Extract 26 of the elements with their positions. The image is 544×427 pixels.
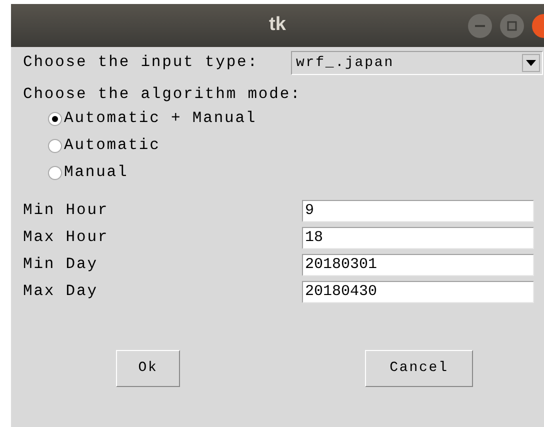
dialog-button[interactable]: Cancel [365, 350, 473, 387]
radio-label: Automatic + Manual [64, 108, 257, 129]
input-field[interactable]: 20180301 [302, 254, 534, 276]
minimize-icon [475, 25, 485, 27]
input-field[interactable]: 20180430 [302, 281, 534, 303]
field-label: Max Day [23, 281, 99, 302]
field-label: Min Hour [23, 200, 110, 222]
radio-label: Manual [64, 162, 128, 183]
maximize-button[interactable] [500, 14, 524, 38]
dropdown-value: wrf_.japan [295, 54, 396, 72]
radio-button[interactable] [48, 138, 62, 152]
algorithm-mode-label: Choose the algorithm mode: [23, 84, 302, 105]
dialog-button[interactable]: Ok [116, 350, 180, 387]
close-button[interactable] [532, 14, 544, 38]
minimize-button[interactable] [468, 14, 492, 38]
maximize-icon [507, 21, 517, 31]
input-field[interactable]: 9 [302, 200, 534, 222]
field-label: Min Day [23, 254, 99, 276]
radio-button[interactable] [48, 166, 62, 180]
input-field[interactable]: 18 [302, 227, 534, 249]
input-type-dropdown[interactable]: wrf_.japan [291, 51, 543, 75]
field-label: Max Hour [23, 227, 110, 248]
input-type-label: Choose the input type: [23, 52, 260, 74]
radio-label: Automatic [64, 134, 160, 156]
window-title: tk [269, 13, 286, 38]
radio-button[interactable] [48, 112, 62, 126]
